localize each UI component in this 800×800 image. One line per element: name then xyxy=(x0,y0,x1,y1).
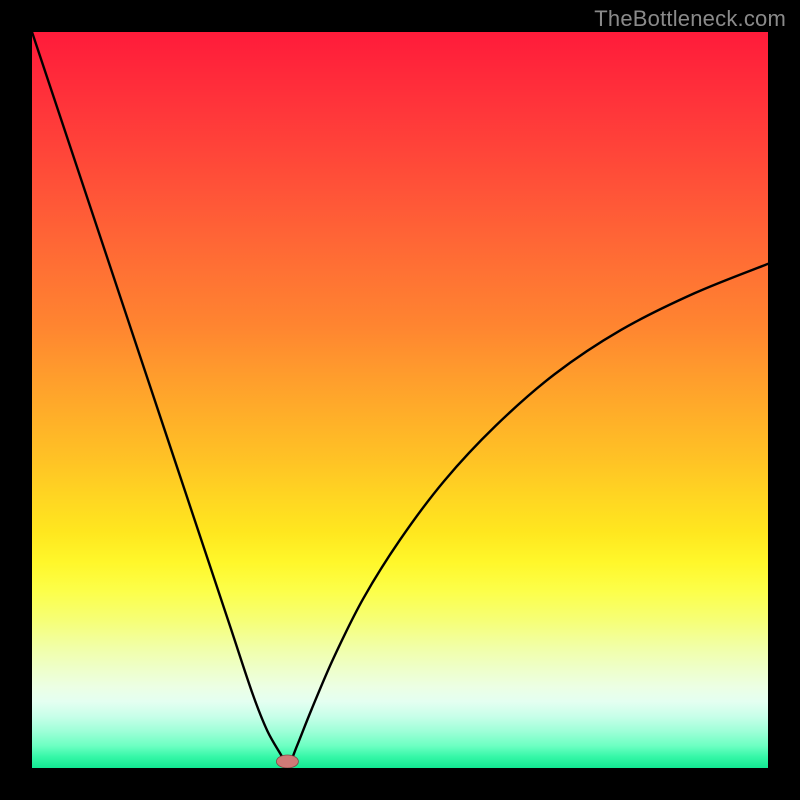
chart-frame: TheBottleneck.com xyxy=(0,0,800,800)
plot-area xyxy=(32,32,768,768)
bottleneck-curve xyxy=(32,32,768,768)
watermark-text: TheBottleneck.com xyxy=(594,6,786,32)
minimum-marker xyxy=(276,755,298,768)
